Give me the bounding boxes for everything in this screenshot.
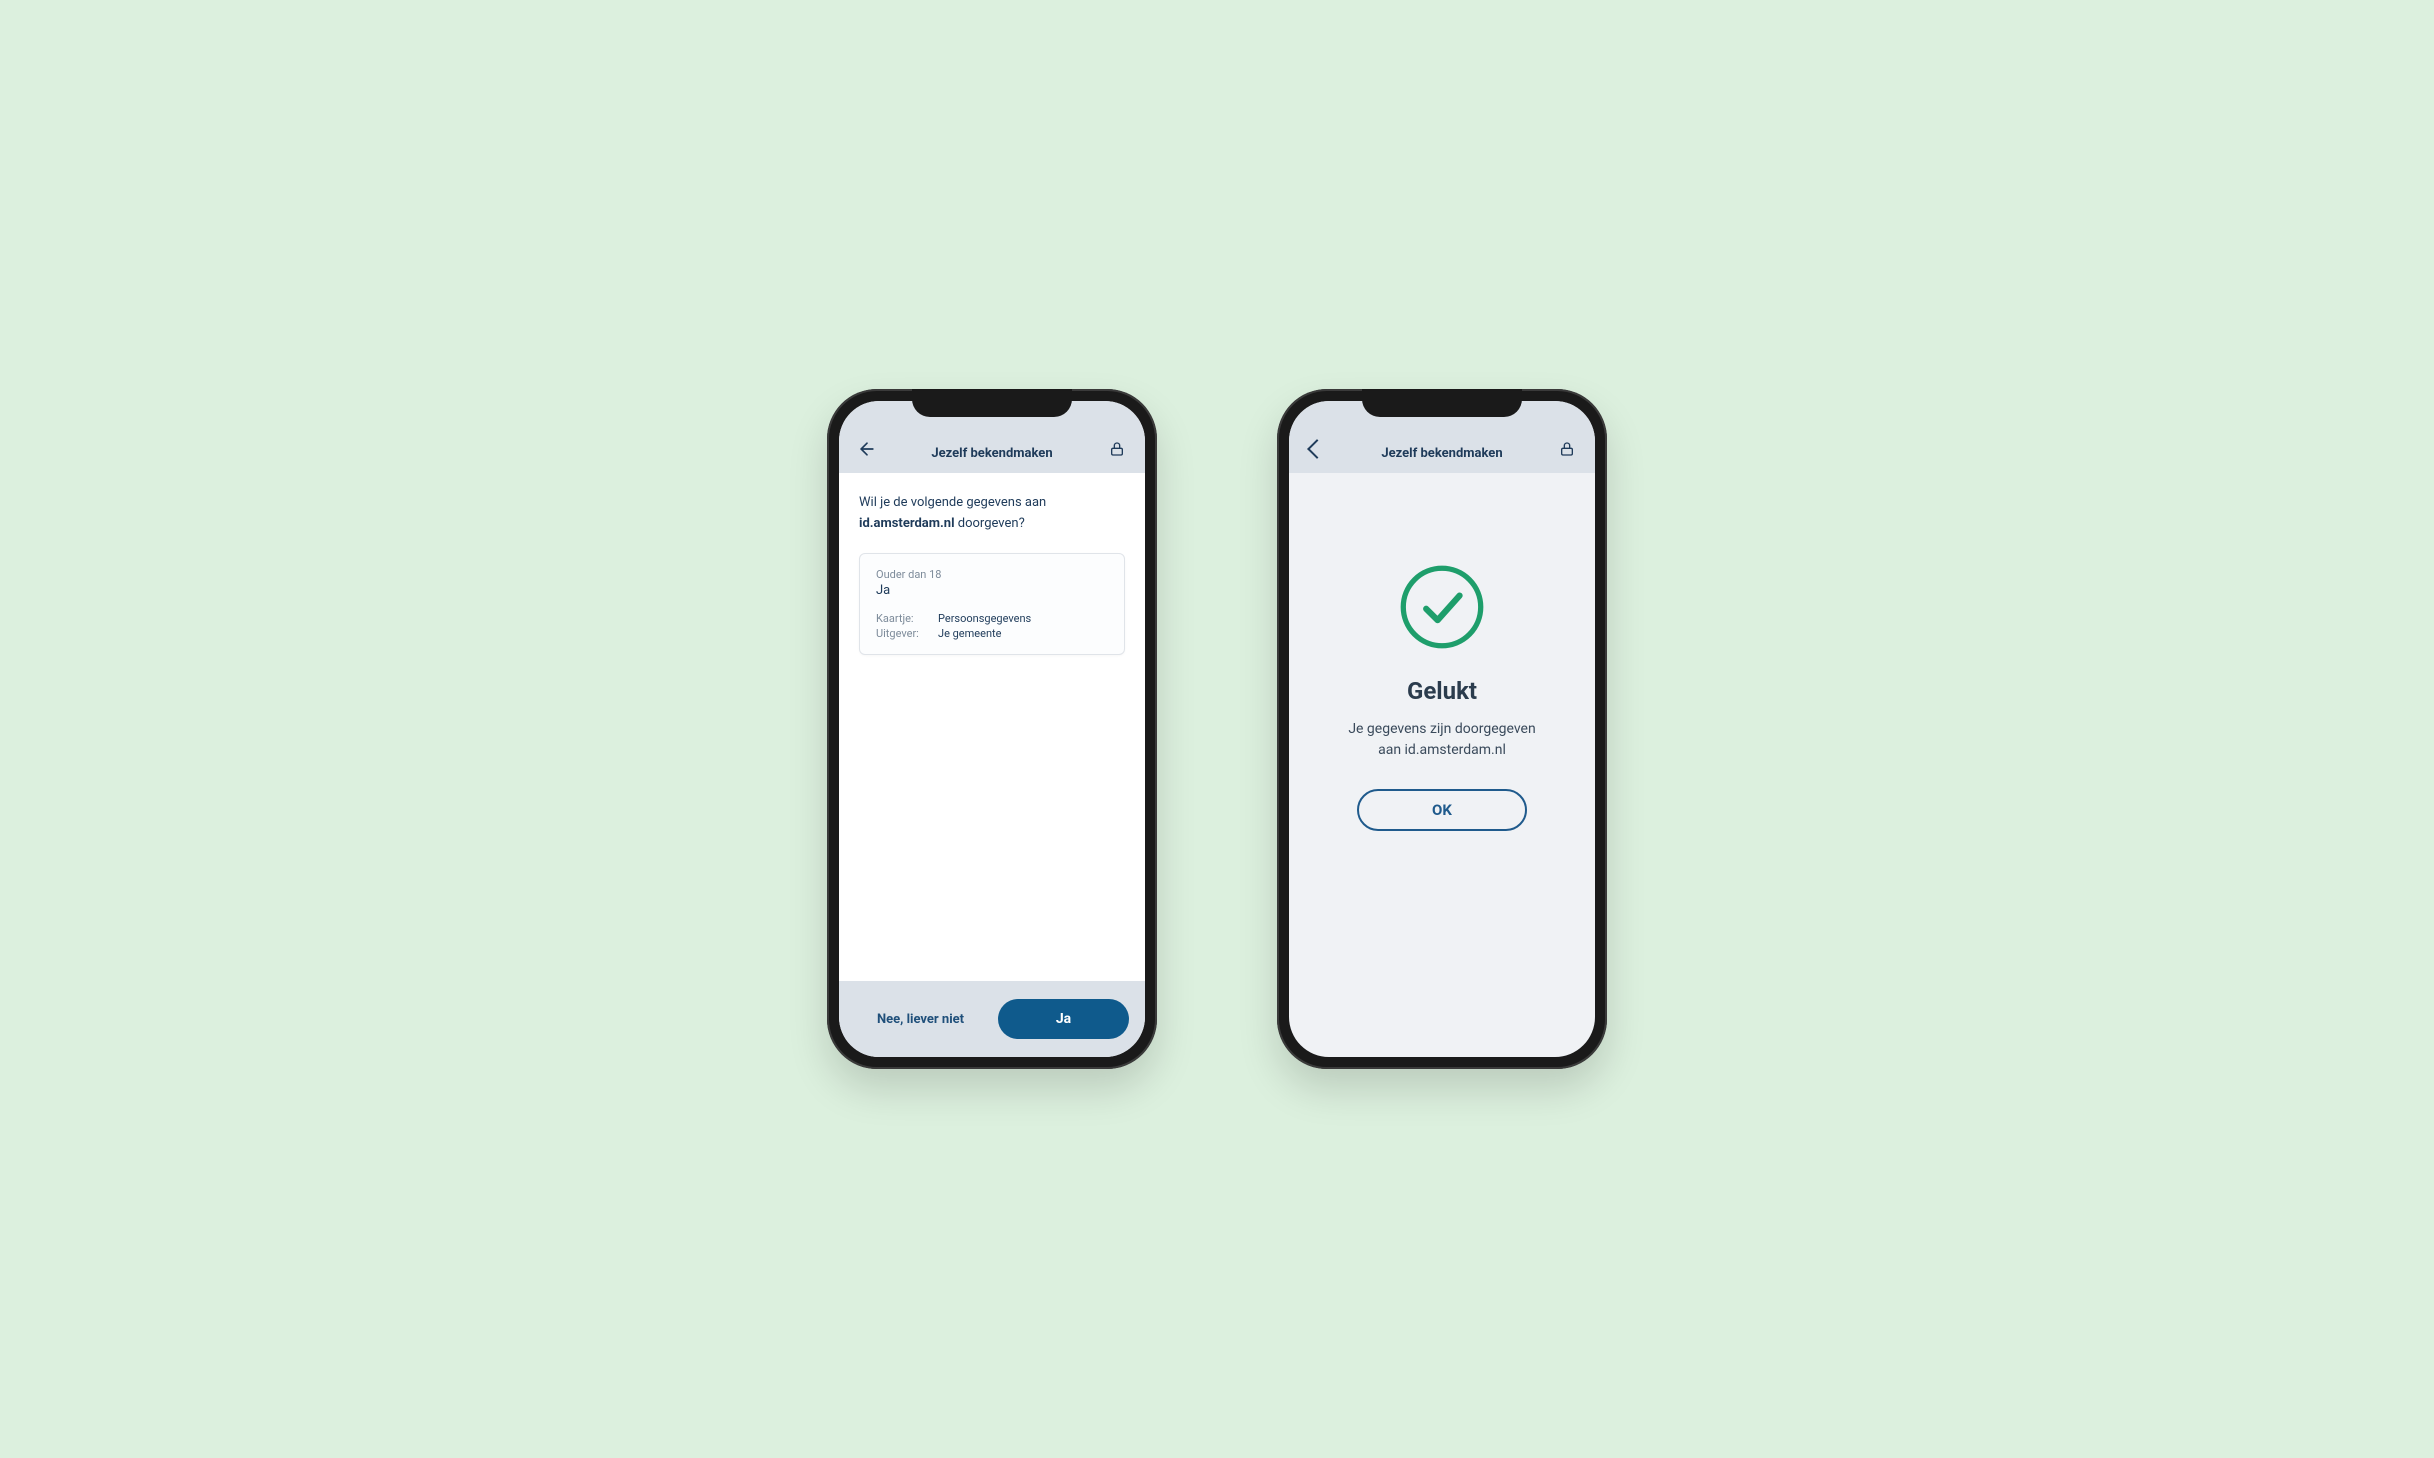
data-card: Ouder dan 18 Ja Kaartje: Persoonsgegeven… — [859, 553, 1125, 655]
card-meta-row: Uitgever: Je gemeente — [876, 627, 1108, 640]
success-text-line1: Je gegevens zijn doorgegeven — [1348, 721, 1535, 737]
card-meta-val: Je gemeente — [938, 627, 1001, 640]
accept-button[interactable]: Ja — [998, 999, 1129, 1039]
lock-icon — [1105, 437, 1129, 461]
card-meta-key: Kaartje: — [876, 612, 928, 625]
screen-consent: Jezelf bekendmaken Wil je de volgende ge… — [839, 401, 1145, 1057]
card-value: Ja — [876, 583, 1108, 598]
ok-button[interactable]: OK — [1357, 789, 1527, 831]
app-header: Jezelf bekendmaken — [1289, 401, 1595, 473]
prompt-domain: id.amsterdam.nl — [859, 516, 955, 531]
success-text-line2: aan id.amsterdam.nl — [1378, 742, 1506, 758]
back-chevron-icon[interactable] — [1305, 437, 1329, 461]
card-meta-val: Persoonsgegevens — [938, 612, 1031, 625]
app-header: Jezelf bekendmaken — [839, 401, 1145, 473]
decline-button[interactable]: Nee, liever niet — [855, 1012, 986, 1027]
card-meta-key: Uitgever: — [876, 627, 928, 640]
card-label: Ouder dan 18 — [876, 568, 1108, 581]
back-arrow-icon[interactable] — [855, 437, 879, 461]
screen-success: Jezelf bekendmaken Gelukt Je gegevens zi… — [1289, 401, 1595, 1057]
success-content: Gelukt Je gegevens zijn doorgegeven aan … — [1289, 473, 1595, 1057]
success-check-icon — [1398, 563, 1486, 651]
success-text: Je gegevens zijn doorgegeven aan id.amst… — [1348, 719, 1535, 761]
phone-mockup-success: Jezelf bekendmaken Gelukt Je gegevens zi… — [1277, 389, 1607, 1069]
phone-mockup-consent: Jezelf bekendmaken Wil je de volgende ge… — [827, 389, 1157, 1069]
prompt-text-post: doorgeven? — [955, 516, 1025, 531]
consent-prompt: Wil je de volgende gegevens aan id.amste… — [859, 493, 1125, 535]
consent-footer: Nee, liever niet Ja — [839, 981, 1145, 1057]
header-title: Jezelf bekendmaken — [1329, 446, 1555, 461]
header-title: Jezelf bekendmaken — [879, 446, 1105, 461]
prompt-text-pre: Wil je de volgende gegevens aan — [859, 495, 1046, 510]
success-title: Gelukt — [1407, 677, 1477, 705]
lock-icon — [1555, 437, 1579, 461]
consent-content: Wil je de volgende gegevens aan id.amste… — [839, 473, 1145, 981]
card-meta-row: Kaartje: Persoonsgegevens — [876, 612, 1108, 625]
